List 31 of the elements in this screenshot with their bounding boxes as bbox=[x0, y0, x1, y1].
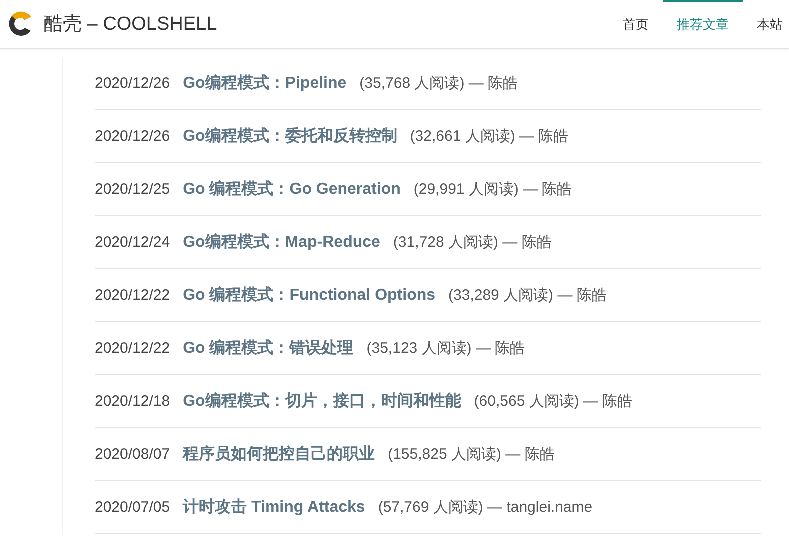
nav-tab[interactable]: 推荐文章 bbox=[663, 0, 743, 48]
nav-tab[interactable]: 首页 bbox=[609, 0, 663, 48]
article-link[interactable]: Go 编程模式：Go Generation bbox=[183, 178, 401, 200]
read-count: (57,769 人阅读) — tanglei.name bbox=[378, 498, 593, 516]
article-link[interactable]: 计时攻击 Timing Attacks bbox=[183, 496, 366, 518]
article-date: 2020/12/24 bbox=[95, 234, 170, 250]
article-link[interactable]: Go编程模式：Pipeline bbox=[183, 72, 347, 94]
read-count: (60,565 人阅读) — 陈皓 bbox=[474, 392, 633, 410]
article-link[interactable]: Go编程模式：切片，接口，时间和性能 bbox=[183, 390, 462, 412]
read-count: (35,768 人阅读) — 陈皓 bbox=[360, 74, 518, 92]
article-date: 2020/12/26 bbox=[95, 128, 170, 144]
article-date: 2020/08/07 bbox=[95, 446, 170, 462]
article-link[interactable]: 程序员如何把控自己的职业 bbox=[183, 444, 376, 464]
read-count: (31,728 人阅读) — 陈皓 bbox=[393, 232, 552, 252]
article-link[interactable]: Go 编程模式：错误处理 bbox=[183, 338, 354, 358]
article-date: 2020/12/26 bbox=[95, 74, 170, 92]
read-count: (32,661 人阅读) — 陈皓 bbox=[410, 126, 569, 146]
article-link[interactable]: Go 编程模式：Functional Options bbox=[183, 284, 436, 306]
article-link[interactable]: Go编程模式：委托和反转控制 bbox=[183, 126, 398, 146]
read-count: (155,825 人阅读) — 陈皓 bbox=[388, 444, 555, 464]
read-count: (35,123 人阅读) — 陈皓 bbox=[366, 338, 526, 358]
nav-tab[interactable]: 本站 bbox=[743, 0, 789, 48]
read-count: (33,289 人阅读) — 陈皓 bbox=[448, 286, 607, 304]
article-link[interactable]: Go编程模式：Map-Reduce bbox=[183, 232, 380, 252]
article-date: 2020/07/05 bbox=[95, 498, 170, 516]
article-date: 2020/12/22 bbox=[95, 286, 170, 304]
read-count: (29,991 人阅读) — 陈皓 bbox=[414, 180, 572, 198]
article-date: 2020/12/18 bbox=[95, 392, 170, 410]
site-title[interactable]: 酷壳 – COOLSHELL bbox=[44, 11, 218, 37]
article-date: 2020/12/22 bbox=[95, 340, 170, 356]
article-date: 2020/12/25 bbox=[95, 180, 170, 198]
